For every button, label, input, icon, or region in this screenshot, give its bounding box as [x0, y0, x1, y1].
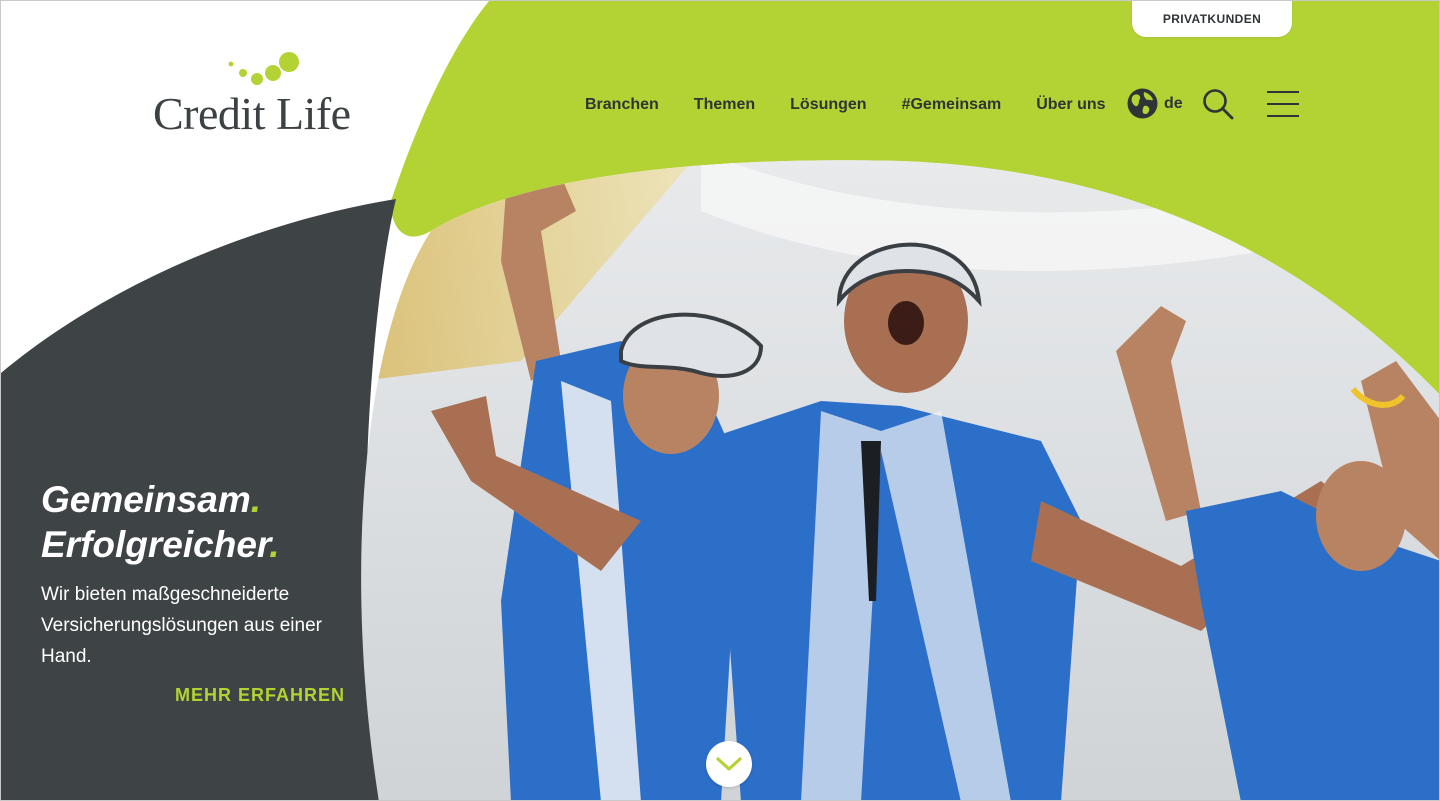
- menu-line: [1267, 91, 1299, 93]
- logo-wordmark: Credit Life: [153, 88, 351, 139]
- hero-title: Gemeinsam. Erfolgreicher.: [41, 477, 280, 567]
- menu-line: [1267, 115, 1299, 117]
- hero-title-dot: .: [269, 524, 280, 565]
- nav-item-loesungen[interactable]: Lösungen: [790, 96, 866, 114]
- mehr-erfahren-link[interactable]: MEHR ERFAHREN: [175, 685, 345, 706]
- main-nav: Branchen Themen Lösungen #Gemeinsam Über…: [585, 93, 1106, 117]
- language-switcher[interactable]: de: [1127, 88, 1183, 119]
- scroll-down-button[interactable]: [706, 741, 752, 787]
- hero-title-line2: Erfolgreicher: [41, 524, 270, 565]
- nav-item-branchen[interactable]: Branchen: [585, 96, 659, 114]
- hero-subtitle: Wir bieten maßgeschneiderte Versicherung…: [41, 584, 322, 667]
- nav-item-themen[interactable]: Themen: [694, 96, 755, 114]
- nav-item-gemeinsam[interactable]: #Gemeinsam: [902, 96, 1002, 114]
- page: Credit Life PRIVATKUNDEN Branchen Themen…: [0, 0, 1440, 801]
- nav-item-ueber-uns[interactable]: Über uns: [1036, 96, 1105, 114]
- search-button[interactable]: [1201, 87, 1235, 121]
- chevron-down-icon: [716, 757, 742, 771]
- globe-icon: [1127, 88, 1158, 119]
- language-label: de: [1164, 94, 1183, 112]
- hero-title-dot: .: [250, 479, 262, 520]
- hamburger-menu-button[interactable]: [1267, 91, 1299, 117]
- privatkunden-tab[interactable]: PRIVATKUNDEN: [1132, 1, 1292, 37]
- brand-logo[interactable]: Credit Life: [151, 49, 361, 139]
- logo-dots-icon: [228, 52, 299, 85]
- hero-title-line1: Gemeinsam: [41, 479, 251, 520]
- menu-line: [1267, 103, 1299, 105]
- search-icon: [1203, 89, 1234, 120]
